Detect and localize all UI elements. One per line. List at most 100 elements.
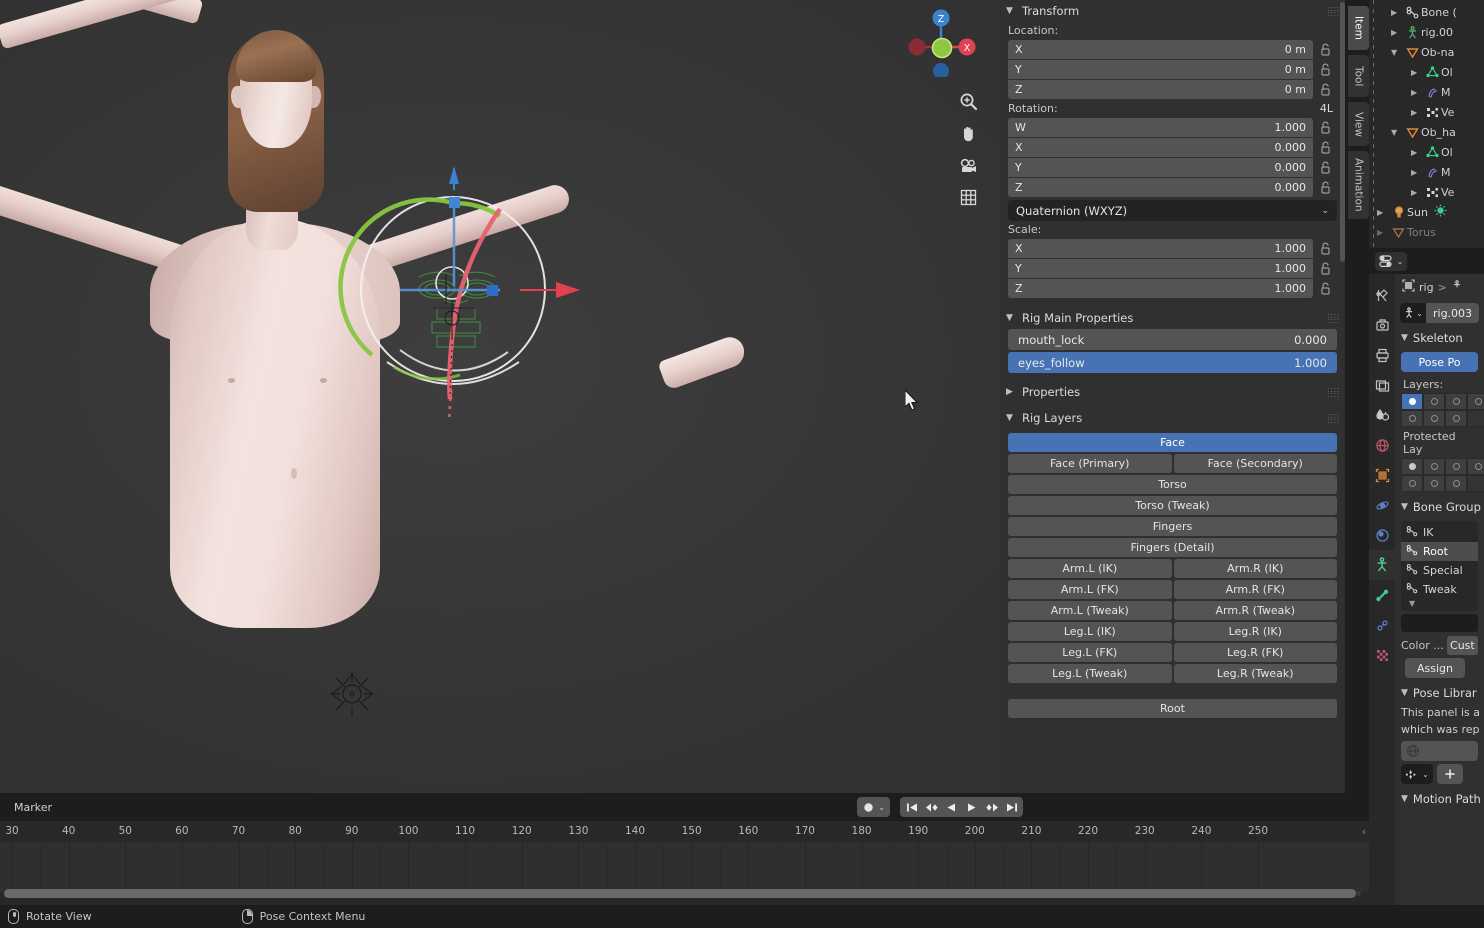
rig-layer-arm-r-fk[interactable]: Arm.R (FK) [1173, 580, 1337, 599]
layer-cell[interactable] [1467, 393, 1484, 410]
properties-editor[interactable]: ⌄ rig > ⌄ rig.003 ▼ Skeleton Pose Po Lay… [1369, 248, 1484, 928]
outliner-row-mesh[interactable]: ▶ Ol [1369, 62, 1484, 82]
layer-cell[interactable] [1423, 393, 1445, 410]
outliner-row-mesh[interactable]: ▶ Ol [1369, 142, 1484, 162]
location-y-field[interactable]: Y 0 m [1008, 60, 1313, 79]
protected-layer-cell[interactable] [1467, 475, 1484, 492]
rig-layer-fingers[interactable]: Fingers [1008, 517, 1337, 536]
panel-header-transform[interactable]: ▼ Transform :::::::: [1000, 0, 1345, 22]
auto-keying-button[interactable]: ⌄ [857, 797, 890, 817]
pose-library-link-row[interactable] [1401, 741, 1478, 761]
properties-tab-bone-constraint[interactable] [1369, 610, 1395, 640]
viewport-tool-buttons[interactable] [955, 88, 985, 216]
location-z-field[interactable]: Z 0 m [1008, 80, 1313, 99]
location-x-field[interactable]: X 0 m [1008, 40, 1313, 59]
3d-viewport[interactable]: Z X [0, 0, 1000, 793]
outliner-row-bone[interactable]: ▶ Bone ( [1369, 2, 1484, 22]
rig-layer-leg-l-tweak[interactable]: Leg.L (Tweak) [1008, 664, 1172, 683]
properties-tab-constraint[interactable] [1369, 520, 1395, 550]
lock-scale-y-icon[interactable] [1313, 262, 1337, 275]
protected-layer-cell[interactable] [1445, 475, 1467, 492]
panel-header-rig-layers[interactable]: ▼ Rig Layers :::::::: [1000, 407, 1345, 429]
rig-layer-arm-l-tweak[interactable]: Arm.L (Tweak) [1008, 601, 1172, 620]
view-axis-gizmo[interactable]: Z X [905, 5, 977, 77]
chevron-right-icon[interactable]: ▶ [1411, 88, 1424, 97]
properties-tab-bone[interactable] [1369, 580, 1395, 610]
outliner-editor[interactable]: ▶ Bone ( ▶ rig.00 ▼ Ob-na ▶ Ol ▶ M ▶ Ve … [1369, 0, 1484, 248]
scale-y-field[interactable]: Y 1.000 [1008, 259, 1313, 278]
rig-layer-face-primary[interactable]: Face (Primary) [1008, 454, 1172, 473]
protected-layer-cell[interactable] [1445, 458, 1467, 475]
rig-layer-torso[interactable]: Torso [1008, 475, 1337, 494]
scale-z-field[interactable]: Z 1.000 [1008, 279, 1313, 298]
pose-icon[interactable]: ⌄ [1401, 764, 1433, 784]
timeline-keyframe-area[interactable] [0, 842, 1369, 892]
protected-layer-cell[interactable] [1423, 458, 1445, 475]
location-fields[interactable]: X 0 m Y 0 m Z 0 m [1000, 40, 1345, 99]
protected-layer-cell[interactable] [1467, 458, 1484, 475]
pose-position-button[interactable]: Pose Po [1401, 352, 1478, 372]
next-keyframe-icon[interactable] [982, 797, 1001, 817]
protected-layers-grid[interactable] [1401, 458, 1484, 492]
sidebar-tabs[interactable]: Item Tool View Animation [1345, 0, 1369, 793]
properties-tab-output[interactable] [1369, 340, 1395, 370]
chevron-right-icon[interactable]: ▶ [1411, 148, 1424, 157]
rig-layer-torso-tweak[interactable]: Torso (Tweak) [1008, 496, 1337, 515]
lock-rotation-x-icon[interactable] [1313, 141, 1337, 154]
lock-scale-x-icon[interactable] [1313, 242, 1337, 255]
chevron-down-icon[interactable]: ▼ [1391, 128, 1404, 137]
chevron-right-icon[interactable]: ▶ [1411, 68, 1424, 77]
zoom-icon[interactable] [955, 88, 982, 115]
lock-scale-z-icon[interactable] [1313, 282, 1337, 295]
layer-cell[interactable] [1445, 393, 1467, 410]
outliner-row-ob-ha[interactable]: ▼ Ob_ha [1369, 122, 1484, 142]
rig-layer-root[interactable]: Root [1008, 699, 1337, 718]
rig-layer-face-secondary[interactable]: Face (Secondary) [1173, 454, 1337, 473]
rotation-mode-dropdown[interactable]: Quaternion (WXYZ) ⌄ [1008, 200, 1337, 221]
armature-name-field[interactable]: rig.003 [1426, 303, 1479, 323]
protected-layer-cell[interactable] [1401, 458, 1423, 475]
properties-tab-tool[interactable] [1369, 280, 1395, 310]
panel-header-properties[interactable]: ▶ Properties :::::::: [1000, 381, 1345, 403]
chevron-right-icon[interactable]: ▶ [1377, 208, 1390, 217]
panel-header-bone-groups[interactable]: ▼ Bone Group [1395, 496, 1484, 518]
properties-tab-render[interactable] [1369, 310, 1395, 340]
lock-location-y-icon[interactable] [1313, 63, 1337, 76]
armature-layers-grid[interactable] [1401, 393, 1484, 427]
pose-library-actions-row[interactable]: ⌄ [1401, 764, 1478, 784]
chevron-right-icon[interactable]: ▶ [1411, 168, 1424, 177]
layer-cell[interactable] [1401, 410, 1423, 427]
play-reverse-icon[interactable] [942, 797, 961, 817]
assign-button[interactable]: Assign [1405, 658, 1465, 678]
viewport-sidebar[interactable]: ▼ Transform :::::::: Location: X 0 m Y 0… [1000, 0, 1345, 793]
chevron-right-icon[interactable]: ▶ [1411, 188, 1424, 197]
lock-rotation-w-icon[interactable] [1313, 121, 1337, 134]
hand-icon[interactable] [955, 120, 982, 147]
play-icon[interactable] [962, 797, 981, 817]
grid-icon[interactable] [955, 184, 982, 211]
outliner-row-rig[interactable]: ▶ rig.00 [1369, 22, 1484, 42]
rig-layer-leg-l-fk[interactable]: Leg.L (FK) [1008, 643, 1172, 662]
rotation-fields[interactable]: W 1.000 X 0.000 Y 0.000 Z 0.000 [1000, 118, 1345, 197]
properties-tab-armature-data[interactable] [1369, 550, 1395, 580]
bone-groups-more-icon[interactable]: ▼ [1401, 599, 1478, 609]
layer-cell[interactable] [1423, 410, 1445, 427]
bone-group-item-root[interactable]: Root [1401, 542, 1478, 561]
chevron-down-icon[interactable]: ▼ [1391, 48, 1404, 57]
camera-icon[interactable] [955, 152, 982, 179]
jump-end-icon[interactable] [1002, 797, 1021, 817]
properties-tab-viewlayer[interactable] [1369, 370, 1395, 400]
timeline-horizontal-scrollbar[interactable] [0, 889, 1369, 898]
rotation-x-field[interactable]: X 0.000 [1008, 138, 1313, 157]
armature-id-block[interactable]: ⌄ rig.003 [1400, 303, 1479, 323]
rig-layer-fingers-detail[interactable]: Fingers (Detail) [1008, 538, 1337, 557]
jump-start-icon[interactable] [902, 797, 921, 817]
bone-group-item-special[interactable]: Special [1401, 561, 1478, 580]
chevron-right-icon[interactable]: ▶ [1411, 108, 1424, 117]
bone-group-item-ik[interactable]: IK [1401, 523, 1478, 542]
rig-layer-arm-r-tweak[interactable]: Arm.R (Tweak) [1173, 601, 1337, 620]
outliner-row-modifier[interactable]: ▶ M [1369, 82, 1484, 102]
rig-layer-leg-r-ik[interactable]: Leg.R (IK) [1173, 622, 1337, 641]
layer-cell[interactable] [1467, 410, 1484, 427]
rig-layer-leg-l-ik[interactable]: Leg.L (IK) [1008, 622, 1172, 641]
